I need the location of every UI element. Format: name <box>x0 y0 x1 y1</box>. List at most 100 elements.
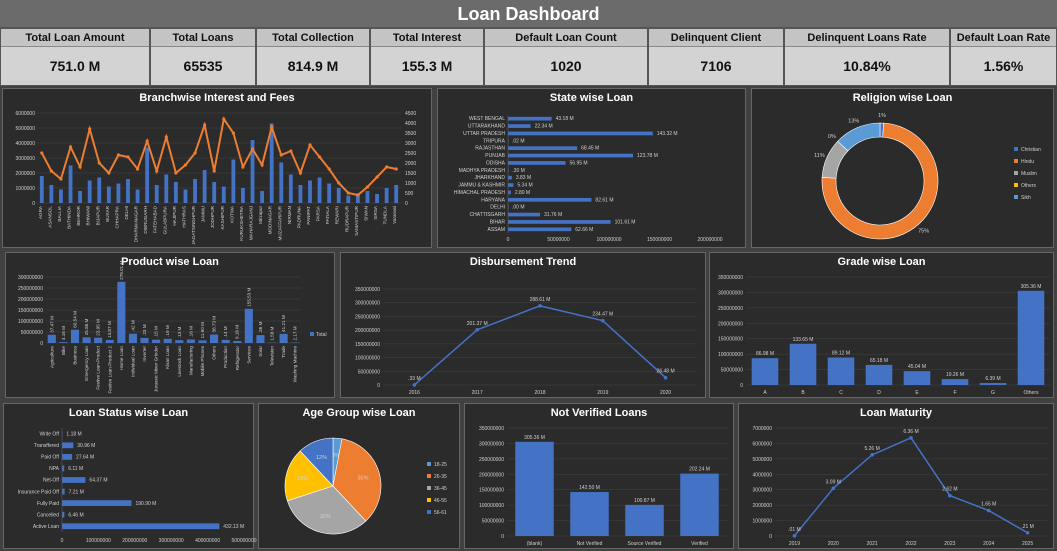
point <box>337 181 341 185</box>
kpi-total-loans: Total Loans 65535 <box>150 28 256 86</box>
series-line <box>793 436 1028 537</box>
data-label: 82.61 M <box>595 197 613 203</box>
x-tick-label: 2020 <box>828 541 839 547</box>
legend-label: Others <box>1021 183 1037 189</box>
bar <box>298 185 303 203</box>
y-tick-label: 150000000 <box>355 342 380 348</box>
bar <box>145 147 150 203</box>
grade-wise-chart: 0 50000000 100000000 150000000 200000000 2500… <box>718 275 1050 396</box>
y-tick-label: 0 <box>377 383 380 389</box>
point <box>394 167 398 171</box>
y-tick-label: Net-Off <box>43 478 60 484</box>
y-tick-label: 200000000 <box>355 328 380 334</box>
x-tick-label: 2019 <box>789 541 800 547</box>
x-tick-label: PADRUNA <box>296 205 301 228</box>
x-tick-label: REWARI <box>335 206 340 224</box>
x-tick-label: DHARMANAGAR <box>134 205 139 242</box>
data-label: 5.34 M <box>517 183 532 189</box>
y-tick-label: PUNJAB <box>485 153 505 159</box>
y-tick-label: TRIPURA <box>483 138 506 144</box>
x-tick-label: 100000000 <box>596 237 621 243</box>
y-tick-label: 100000000 <box>718 352 743 358</box>
legend-label: 36-45 <box>434 486 447 492</box>
disbursement-trend-chart: 0 50000000 100000000 150000000 200000000 2500… <box>355 287 697 396</box>
kpi-total-interest: Total Interest 155.3 M <box>370 28 484 86</box>
point <box>663 375 668 380</box>
y-tick-label: 50000000 <box>721 368 743 374</box>
data-label: 100.87 M <box>634 498 655 504</box>
bar <box>62 477 86 483</box>
x-tick-label: HATHRAS <box>181 206 186 228</box>
y-tick-label: JHARKHAND <box>474 175 505 181</box>
x-tick-label: Bike <box>61 346 66 355</box>
bar <box>152 339 161 343</box>
x-tick-label: Individual Loan <box>130 346 135 377</box>
kpi-total-collection: Total Collection 814.9 M <box>256 28 370 86</box>
y-tick-label: 7000000 <box>753 426 773 432</box>
x-tick-label: 2019 <box>597 390 608 396</box>
bar <box>508 124 531 128</box>
x-tick-label: DIBRUGARH <box>143 206 148 234</box>
y2-tick-label: 2000 <box>405 161 416 167</box>
y-tick-label: Active Loan <box>33 524 59 530</box>
legend-swatch <box>427 498 431 502</box>
y-tick-label: 100000000 <box>18 319 43 325</box>
x-tick-label: Agriculture <box>49 346 54 368</box>
slice-label: 11% <box>814 153 825 159</box>
data-label: 30.96 M <box>77 443 95 449</box>
point <box>1025 530 1030 535</box>
x-tick-label: Others <box>212 345 217 359</box>
y-tick-label: 350000000 <box>718 275 743 281</box>
point <box>792 534 797 538</box>
bar <box>128 333 137 343</box>
x-tick-label: RUDRAPUR <box>344 205 349 232</box>
data-label: 5.26 M <box>864 446 879 452</box>
x-tick-label: HAJIPUR <box>172 205 177 225</box>
point <box>126 155 130 159</box>
point <box>49 169 53 173</box>
bar <box>106 186 111 203</box>
y-tick-label: 1000000 <box>753 519 773 525</box>
data-label: 1.58 M <box>270 326 275 340</box>
data-label: 1.65 M <box>981 502 996 508</box>
y-tick-label: Insurance Paid Off <box>18 489 60 495</box>
kpi-label: Default Loan Rate <box>951 29 1056 47</box>
y-tick-label: 150000000 <box>479 488 504 494</box>
bar <box>62 442 74 449</box>
slice-label: 75% <box>918 229 929 235</box>
bar <box>164 174 169 203</box>
x-tick-label: Varanasi <box>392 206 397 224</box>
x-tick-label: 500000000 <box>231 538 256 544</box>
y2-tick-label: 1000 <box>405 181 416 187</box>
data-label: 305.36 M <box>1021 284 1042 290</box>
bar <box>39 176 44 203</box>
point <box>145 139 149 143</box>
x-tick-label: Production <box>223 346 228 368</box>
data-label: .00 M <box>512 205 525 211</box>
y-tick-label: WEST BENGAL <box>469 116 505 122</box>
data-label: 45.04 M <box>908 364 926 370</box>
data-label: 202.24 M <box>689 467 710 473</box>
bar <box>508 161 566 165</box>
x-tick-label: Television <box>270 346 275 367</box>
bar <box>394 185 399 203</box>
kpi-row: Total Loan Amount 751.0 M Total Loans 6553… <box>0 28 1057 86</box>
y2-tick-label: 4000 <box>405 121 416 127</box>
legend-swatch <box>310 332 314 336</box>
point <box>212 169 216 173</box>
x-tick-label: JAMMU <box>201 206 206 222</box>
point <box>298 171 303 175</box>
bar <box>82 337 91 343</box>
y-tick-label: 5000000 <box>16 126 36 132</box>
data-label: 7.21 M <box>69 489 84 495</box>
bar <box>62 465 65 472</box>
bar <box>62 523 220 530</box>
data-label: .19 M <box>165 325 170 337</box>
data-label: 41.21 M <box>281 315 286 332</box>
legend-label: Sikh <box>1021 195 1031 201</box>
y-tick-label: MADHYA PRADESH <box>459 168 506 174</box>
legend-label: Hindu <box>1021 159 1034 165</box>
bar <box>508 212 541 217</box>
legend-swatch <box>1014 183 1018 187</box>
panel-age-group: Age Group wise Loan 3% 35% 32% 18% 12% 18-25 2… <box>258 403 460 549</box>
